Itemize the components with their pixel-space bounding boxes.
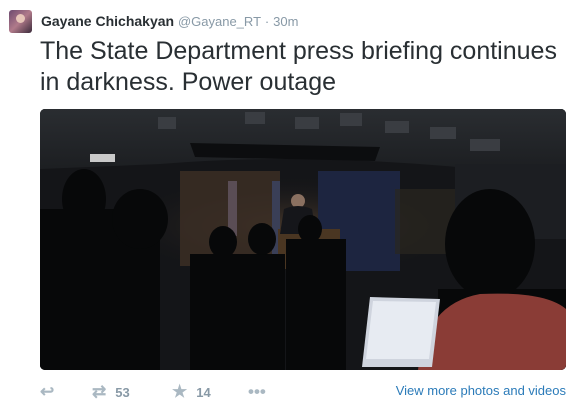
reply-icon: ↩ — [40, 382, 55, 401]
favorite-button[interactable]: ★ 14 — [172, 383, 211, 401]
tweet-actions: ↩ ⇄ 53 ★ 14 ••• View more photos and vid… — [40, 383, 570, 403]
separator-dot: · — [264, 14, 270, 29]
tweet-photo[interactable] — [40, 109, 566, 370]
more-icon: ••• — [248, 382, 266, 401]
retweet-icon: ⇄ — [92, 382, 107, 401]
star-icon: ★ — [172, 382, 188, 401]
favorite-count: 14 — [196, 384, 211, 400]
avatar[interactable] — [9, 10, 32, 33]
retweet-button[interactable]: ⇄ 53 — [92, 383, 130, 401]
tweet-text: The State Department press briefing cont… — [40, 37, 557, 96]
tweet-header: Gayane Chichakyan @Gayane_RT · 30m — [41, 12, 298, 31]
more-button[interactable]: ••• — [248, 383, 266, 401]
view-more-link[interactable]: View more photos and videos — [396, 383, 566, 398]
retweet-count: 53 — [115, 384, 130, 400]
tweet-timestamp[interactable]: 30m — [273, 14, 298, 29]
author-name[interactable]: Gayane Chichakyan — [41, 13, 174, 29]
reply-button[interactable]: ↩ — [40, 383, 54, 401]
author-handle[interactable]: @Gayane_RT — [178, 14, 261, 29]
